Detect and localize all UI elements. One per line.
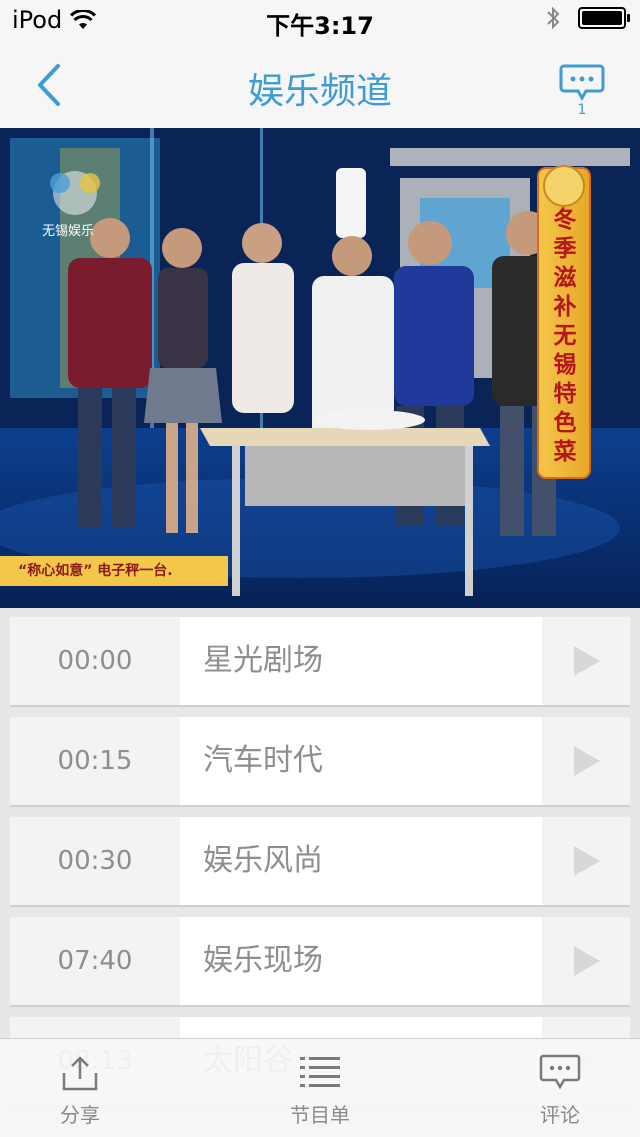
schedule-time: 07:40: [10, 917, 180, 1005]
schedule-title: 娱乐风尚: [203, 843, 323, 878]
schedule-row[interactable]: 00:00 星光剧场: [10, 617, 630, 707]
schedule-title: 娱乐现场: [203, 943, 323, 978]
schedule-row[interactable]: 07:40 娱乐现场: [10, 917, 630, 1007]
banner-char: 季: [553, 236, 577, 262]
video-ticker-text: “称心如意” 电子秤一台.: [18, 563, 173, 579]
play-icon: [574, 746, 600, 776]
video-player[interactable]: 无锡娱乐 冬季滋补无锡特色菜 “称心如意” 电子秤一台.: [0, 128, 640, 608]
comment-count-badge: 1: [577, 102, 587, 118]
page-title: 娱乐频道: [247, 71, 392, 112]
schedule-time: 00:00: [10, 617, 180, 705]
nav-bar: 娱乐频道 1: [0, 40, 640, 129]
schedule-title: 汽车时代: [203, 743, 323, 778]
comments-button[interactable]: 1: [558, 62, 606, 122]
comment-tab[interactable]: 评论: [490, 1039, 630, 1137]
program-list-tab-label: 节目单: [290, 1103, 350, 1127]
banner-char: 色: [553, 410, 577, 436]
banner-char: 冬: [553, 207, 577, 233]
banner-char: 补: [553, 294, 577, 320]
comment-icon: [539, 1054, 581, 1090]
status-time: 下午3:17: [266, 12, 374, 40]
banner-char: 特: [553, 381, 577, 407]
play-icon: [574, 646, 600, 676]
play-button[interactable]: [542, 717, 630, 805]
schedule-time: 00:15: [10, 717, 180, 805]
list-icon: [300, 1057, 340, 1087]
bottom-tab-bar: 分享 节目单 评论: [0, 1038, 640, 1137]
play-button[interactable]: [542, 617, 630, 705]
schedule-title: 星光剧场: [203, 643, 323, 678]
channel-logo-text: 无锡娱乐: [42, 224, 95, 239]
play-icon: [574, 846, 600, 876]
schedule-time: 00:30: [10, 817, 180, 905]
play-icon: [574, 946, 600, 976]
message-icon: [559, 64, 605, 102]
banner-char: 锡: [553, 352, 577, 378]
play-button[interactable]: [542, 817, 630, 905]
comment-tab-label: 评论: [540, 1103, 580, 1127]
share-tab[interactable]: 分享: [10, 1039, 150, 1137]
program-list-tab[interactable]: 节目单: [250, 1039, 390, 1137]
video-side-banner: 冬季滋补无锡特色菜: [543, 206, 587, 467]
schedule-row[interactable]: 00:30 娱乐风尚: [10, 817, 630, 907]
banner-char: 菜: [553, 439, 577, 465]
status-bar: iPod 下午3:17: [0, 0, 640, 40]
share-icon: [62, 1056, 98, 1091]
banner-char: 无: [553, 323, 577, 349]
play-button[interactable]: [542, 917, 630, 1005]
battery-icon: [578, 7, 630, 29]
schedule-row[interactable]: 00:15 汽车时代: [10, 717, 630, 807]
banner-char: 滋: [553, 265, 577, 291]
share-tab-label: 分享: [60, 1103, 100, 1127]
bluetooth-icon: [547, 6, 560, 30]
